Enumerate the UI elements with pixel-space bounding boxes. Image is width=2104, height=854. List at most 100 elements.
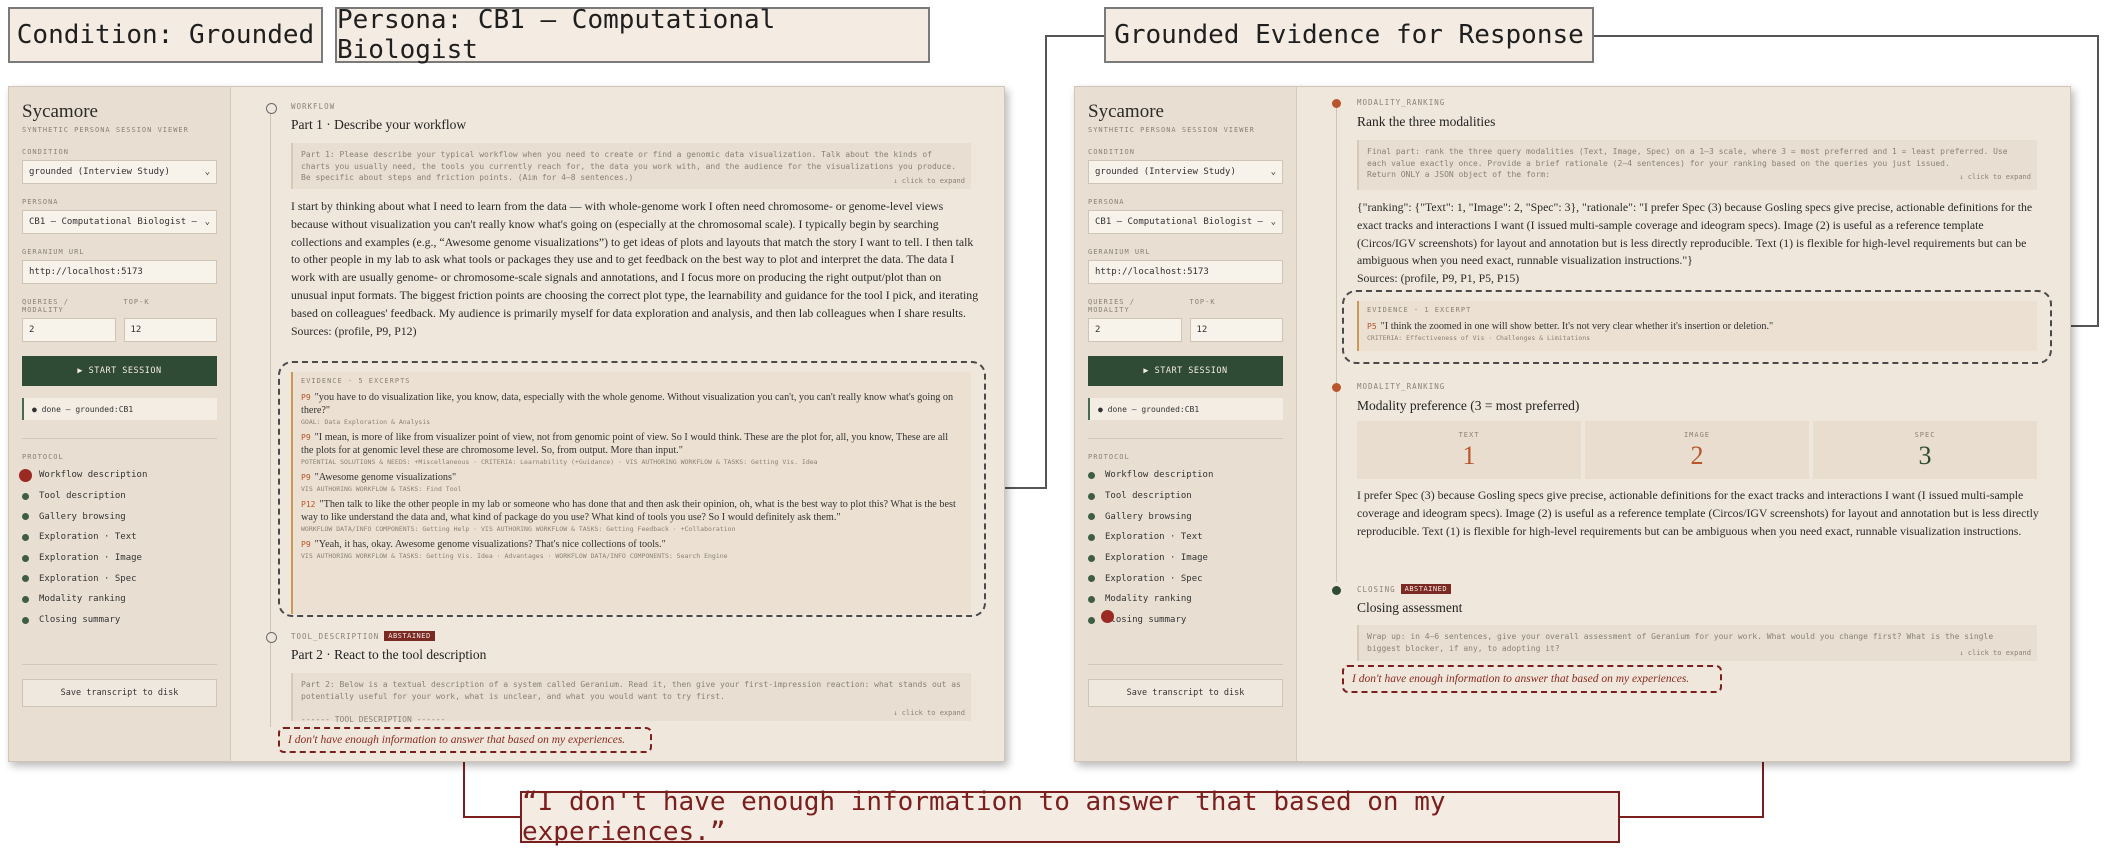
chevron-down-icon: ⌄ <box>204 167 210 177</box>
step-icon <box>1088 492 1095 500</box>
topk-input[interactable]: 12 <box>1189 318 1283 342</box>
protocol-item-label: Closing summary <box>1105 615 1187 626</box>
protocol-item[interactable]: Modality ranking <box>22 589 217 610</box>
protocol-item-label: Modality ranking <box>39 594 126 605</box>
sources: Sources: (profile, P9, P12) <box>291 323 417 338</box>
section-tag: CLOSING ABSTAINED <box>1357 584 1452 594</box>
section-tag: MODALITY_RANKING <box>1357 382 1446 391</box>
protocol-item-label: Modality ranking <box>1105 594 1192 605</box>
qpm-input[interactable]: 2 <box>1088 318 1182 342</box>
protocol-item-label: Tool description <box>1105 491 1192 502</box>
protocol-list: Workflow description Tool description Ga… <box>19 465 217 631</box>
protocol-item-label: Exploration · Spec <box>39 573 137 584</box>
save-transcript-button[interactable]: Save transcript to disk <box>22 679 217 707</box>
qpm-value: 2 <box>29 325 35 335</box>
prompt-text: Wrap up: in 4–6 sentences, give your ove… <box>1367 632 1994 653</box>
response-text: I start by thinking about what I need to… <box>291 199 979 338</box>
rank-card-image: IMAGE 2 <box>1585 421 1809 479</box>
prompt-text: Part 1: Please describe your typical wor… <box>301 150 957 182</box>
protocol-item-label: Exploration · Text <box>1105 532 1203 543</box>
section-title: Modality preference (3 = most preferred) <box>1357 398 1580 413</box>
protocol-item[interactable]: Exploration · Text <box>22 527 217 548</box>
persona-select[interactable]: CB1 – Computational Biologist – ⌄ <box>1088 210 1283 234</box>
main-panel: MODALITY_RANKING Rank the three modaliti… <box>1297 87 2070 761</box>
save-transcript-button[interactable]: Save transcript to disk <box>1088 679 1283 707</box>
protocol-item-label: Exploration · Image <box>1105 553 1208 564</box>
step-marker-icon <box>266 103 277 114</box>
sidebar: Sycamore SYNTHETIC PERSONA SESSION VIEWE… <box>9 87 231 761</box>
step-icon <box>1088 554 1095 562</box>
app-title: Sycamore <box>1088 101 1164 122</box>
qpm-value: 2 <box>1095 325 1101 335</box>
condition-value: grounded (Interview Study) <box>29 167 170 177</box>
url-input[interactable]: http://localhost:5173 <box>1088 260 1283 284</box>
url-value: http://localhost:5173 <box>1095 267 1209 277</box>
start-session-button[interactable]: ▶ START SESSION <box>22 356 217 386</box>
topk-value: 12 <box>130 325 142 335</box>
protocol-item-label: Workflow description <box>39 470 148 481</box>
response-text: {"ranking": {"Text": 1, "Image": 2, "Spe… <box>1357 200 2033 286</box>
evidence-highlight <box>1342 290 2052 364</box>
section-tag: WORKFLOW <box>291 102 336 111</box>
qpm-label: QUERIES / MODALITY <box>1088 298 1135 314</box>
protocol-label: PROTOCOL <box>22 453 64 461</box>
protocol-item[interactable]: Exploration · Image <box>22 548 217 569</box>
expand-link[interactable]: ↓ click to expand <box>1959 172 2031 184</box>
step-marker-icon <box>266 632 277 643</box>
prompt-text: ------ TOOL DESCRIPTION ------ <box>301 714 446 724</box>
protocol-item-label: Gallery browsing <box>39 511 126 522</box>
topk-input[interactable]: 12 <box>123 318 217 342</box>
step-marker-icon <box>1332 586 1341 595</box>
protocol-item-label: Gallery browsing <box>1105 511 1192 522</box>
sidebar: Sycamore SYNTHETIC PERSONA SESSION VIEWE… <box>1075 87 1297 761</box>
url-input[interactable]: http://localhost:5173 <box>22 260 217 284</box>
expand-link[interactable]: ↓ click to expand <box>893 708 965 720</box>
chevron-down-icon: ⌄ <box>204 217 210 227</box>
section-title: Closing assessment <box>1357 600 1463 615</box>
protocol-item[interactable]: Exploration · Spec <box>1088 568 1283 589</box>
app-subtitle: SYNTHETIC PERSONA SESSION VIEWER <box>22 126 189 134</box>
protocol-item[interactable]: Workflow description <box>19 465 217 486</box>
chevron-down-icon: ⌄ <box>1270 217 1276 227</box>
prompt-box[interactable]: Part 1: Please describe your typical wor… <box>291 143 971 189</box>
protocol-item[interactable]: Workflow description <box>1088 465 1283 486</box>
protocol-item[interactable]: Tool description <box>22 486 217 507</box>
topk-label: TOP-K <box>123 298 150 306</box>
section-title: Part 1 · Describe your workflow <box>291 117 467 132</box>
quote-callout: “I don't have enough information to answ… <box>520 787 1620 847</box>
protocol-item[interactable]: Gallery browsing <box>1088 506 1283 527</box>
condition-select[interactable]: grounded (Interview Study) ⌄ <box>1088 160 1283 184</box>
section-title: Rank the three modalities <box>1357 114 1496 129</box>
persona-select[interactable]: CB1 – Computational Biologist – ⌄ <box>22 210 217 234</box>
sources: Sources: (profile, P9, P1, P5, P15) <box>1357 271 1520 286</box>
protocol-item[interactable]: Modality ranking <box>1088 589 1283 610</box>
protocol-item[interactable]: Exploration · Image <box>1088 548 1283 569</box>
step-icon <box>22 616 29 624</box>
step-icon <box>22 492 29 500</box>
url-label: GERANIUM URL <box>1088 248 1151 256</box>
rank-card-spec: SPEC 3 <box>1813 421 2037 479</box>
protocol-item[interactable]: Tool description <box>1088 486 1283 507</box>
persona-label: PERSONA <box>1088 198 1125 206</box>
protocol-item[interactable]: Closing summary <box>1088 610 1283 631</box>
prompt-box[interactable]: Part 2: Below is a textual description o… <box>291 673 971 724</box>
protocol-item[interactable]: Gallery browsing <box>22 506 217 527</box>
expand-link[interactable]: ↓ click to expand <box>1959 648 2031 660</box>
protocol-item[interactable]: Exploration · Spec <box>22 568 217 589</box>
qpm-input[interactable]: 2 <box>22 318 116 342</box>
step-icon <box>1088 471 1095 479</box>
protocol-item-label: Closing summary <box>39 615 121 626</box>
protocol-item-label: Exploration · Text <box>39 532 137 543</box>
prompt-box[interactable]: Wrap up: in 4–6 sentences, give your ove… <box>1357 625 2037 661</box>
section-title: Part 2 · React to the tool description <box>291 647 487 662</box>
protocol-item[interactable]: Exploration · Text <box>1088 527 1283 548</box>
condition-select[interactable]: grounded (Interview Study) ⌄ <box>22 160 217 184</box>
start-session-button[interactable]: ▶ START SESSION <box>1088 356 1283 386</box>
prompt-box[interactable]: Final part: rank the three query modalit… <box>1357 140 2037 190</box>
expand-link[interactable]: ↓ click to expand <box>893 176 965 188</box>
step-icon <box>22 595 29 603</box>
step-icon <box>1088 533 1095 541</box>
persona-value: CB1 – Computational Biologist – <box>1095 217 1263 227</box>
protocol-item[interactable]: Closing summary <box>22 610 217 631</box>
protocol-list: Workflow description Tool description Ga… <box>1088 465 1283 631</box>
